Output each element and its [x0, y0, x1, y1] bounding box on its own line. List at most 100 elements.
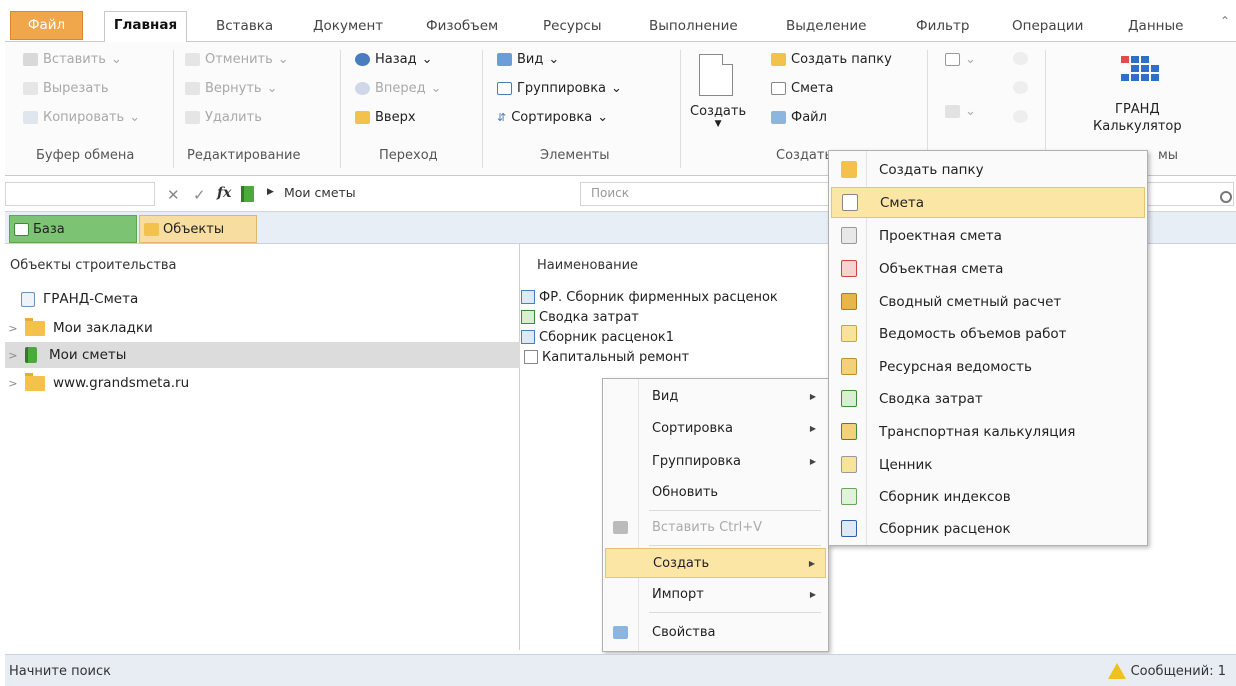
tab-file[interactable]: Файл — [10, 11, 83, 40]
tab-operations[interactable]: Операции — [1012, 13, 1083, 41]
cancel-icon[interactable]: ✕ — [167, 186, 180, 204]
submenu-item-estimate[interactable]: Смета — [831, 187, 1145, 218]
expand-icon[interactable]: > — [5, 322, 21, 335]
top-strip — [0, 0, 1236, 8]
breadcrumb[interactable]: Мои сметы — [284, 185, 356, 200]
folder-icon — [144, 222, 159, 236]
folder-up-icon — [355, 111, 370, 124]
tab-base[interactable]: База — [9, 215, 137, 243]
submenu-arrow-icon: ▶ — [808, 558, 815, 568]
submenu-item-cost-summary[interactable]: Сводка затрат — [831, 383, 1145, 414]
list-item[interactable]: Сводка затрат — [521, 307, 639, 327]
submenu-item-object-estimate[interactable]: Объектная смета — [831, 253, 1145, 284]
create-button[interactable]: Создать ▼ — [690, 104, 746, 129]
tab-data[interactable]: Данные — [1128, 13, 1183, 41]
menu-item-group[interactable]: Группировка ▶ — [605, 446, 826, 476]
paste-button[interactable]: Вставить ⌄ — [23, 52, 122, 67]
up-button[interactable]: Вверх — [355, 110, 416, 125]
expand-icon[interactable]: > — [5, 349, 21, 362]
submenu-item-index-collection[interactable]: Сборник индексов — [831, 481, 1145, 512]
formula-icon[interactable]: fx — [217, 185, 231, 201]
forward-button[interactable]: Вперед ⌄ — [355, 81, 442, 96]
submenu-item-work-volumes[interactable]: Ведомость объемов работ — [831, 318, 1145, 349]
new-file-button[interactable]: Файл — [771, 110, 827, 125]
tab-physvolume[interactable]: Физобъем — [426, 13, 498, 41]
submenu-item-summary-calc[interactable]: Сводный сметный расчет — [831, 286, 1145, 317]
submenu-item-new-folder[interactable]: Создать папку — [831, 154, 1145, 185]
paste-icon — [23, 53, 38, 66]
sort-button[interactable]: ⇵ Сортировка ⌄ — [497, 110, 608, 125]
column-header-name[interactable]: Наименование — [537, 258, 638, 273]
breadcrumb-arrow-icon[interactable]: ▶ — [267, 187, 274, 197]
tab-resources[interactable]: Ресурсы — [543, 13, 602, 41]
menu-item-refresh[interactable]: Обновить — [605, 477, 826, 507]
paste-icon — [613, 520, 628, 534]
list-button[interactable]: ⌄ — [945, 104, 976, 119]
tab-insert[interactable]: Вставка — [216, 13, 273, 41]
submenu-arrow-icon: ▶ — [809, 391, 816, 401]
tree-item-grand-smeta[interactable]: ГРАНД-Смета — [5, 286, 520, 312]
menu-item-properties[interactable]: Свойства — [605, 617, 826, 647]
search-next-icon — [1013, 81, 1028, 94]
undo-button[interactable]: Отменить ⌄ — [185, 52, 289, 67]
menu-item-import[interactable]: Импорт ▶ — [605, 579, 826, 609]
warning-icon — [1107, 663, 1126, 679]
tab-home[interactable]: Главная — [104, 11, 187, 43]
collapse-ribbon-icon[interactable]: ⌃ — [1220, 14, 1230, 28]
search-tool-button[interactable] — [1013, 52, 1028, 65]
group-button[interactable]: Группировка ⌄ — [497, 81, 622, 96]
create-group-label: Создать — [776, 148, 833, 163]
tab-objects[interactable]: Объекты — [139, 215, 257, 243]
list-item[interactable]: Капитальный ремонт — [524, 347, 689, 367]
menu-divider — [649, 545, 821, 546]
delete-button[interactable]: Удалить — [185, 110, 262, 125]
confirm-icon[interactable]: ✓ — [193, 186, 206, 204]
submenu-item-resource-statement[interactable]: Ресурсная ведомость — [831, 351, 1145, 382]
base-icon — [14, 222, 29, 236]
tab-selection[interactable]: Выделение — [786, 13, 866, 41]
create-submenu: Создать папку Смета Проектная смета Объе… — [828, 150, 1148, 546]
expand-icon[interactable]: > — [5, 377, 21, 390]
estimate-icon — [524, 350, 538, 364]
list-item[interactable]: Сборник расценок1 — [521, 327, 674, 347]
rates-collection-icon — [841, 520, 857, 537]
menu-item-paste[interactable]: Вставить Ctrl+V — [605, 512, 826, 542]
menu-item-sort[interactable]: Сортировка ▶ — [605, 413, 826, 443]
new-folder-button[interactable]: Создать папку — [771, 52, 892, 67]
tab-document[interactable]: Документ — [313, 13, 383, 41]
submenu-item-project-estimate[interactable]: Проектная смета — [831, 220, 1145, 251]
search-prev-button[interactable] — [1013, 110, 1028, 123]
tree-item-website[interactable]: > www.grandsmeta.ru — [5, 370, 520, 396]
messages-indicator[interactable]: Сообщений: 1 — [1107, 663, 1226, 679]
project-estimate-icon — [841, 227, 857, 244]
grand-calculator-button[interactable]: ГРАНД Калькулятор — [1093, 102, 1182, 134]
cost-summary-icon — [841, 390, 857, 407]
submenu-item-price-list[interactable]: Ценник — [831, 449, 1145, 480]
new-estimate-button[interactable]: Смета — [771, 81, 833, 96]
tree-item-bookmarks[interactable]: > Мои закладки — [5, 315, 520, 341]
view-button[interactable]: Вид ⌄ — [497, 52, 559, 67]
submenu-item-rates-collection[interactable]: Сборник расценок — [831, 513, 1145, 544]
tab-execution[interactable]: Выполнение — [649, 13, 738, 41]
grand-calculator-icon — [1121, 54, 1161, 90]
submenu-item-transport-calc[interactable]: Транспортная калькуляция — [831, 416, 1145, 447]
tab-filter[interactable]: Фильтр — [916, 13, 969, 41]
file-icon — [771, 111, 786, 124]
list-item[interactable]: ФР. Сборник фирменных расценок — [521, 287, 778, 307]
menu-item-view[interactable]: Вид ▶ — [605, 381, 826, 411]
folder-icon — [25, 317, 45, 336]
cut-button[interactable]: Вырезать — [23, 81, 109, 96]
search-prev-icon — [1013, 110, 1028, 123]
tree-item-my-estimates[interactable]: > Мои сметы — [5, 342, 520, 368]
copy-icon — [23, 111, 38, 124]
name-field[interactable] — [5, 182, 155, 206]
search-next-button[interactable] — [1013, 81, 1028, 94]
rates-collection-icon — [521, 330, 535, 344]
menu-item-create[interactable]: Создать ▶ — [605, 548, 826, 578]
search-tool-icon — [1013, 52, 1028, 65]
redo-button[interactable]: Вернуть ⌄ — [185, 81, 278, 96]
copy-button[interactable]: Копировать ⌄ — [23, 110, 140, 125]
back-button[interactable]: Назад ⌄ — [355, 52, 433, 67]
search-icon[interactable] — [1220, 191, 1232, 203]
layout-button[interactable]: ⌄ — [945, 52, 976, 67]
